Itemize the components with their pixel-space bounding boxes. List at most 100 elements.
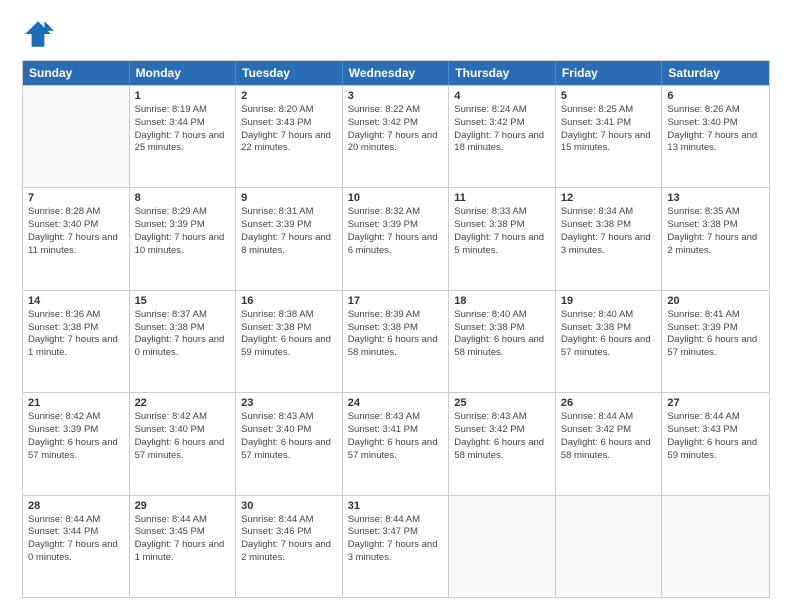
day-info: Sunrise: 8:44 AMSunset: 3:47 PMDaylight:… [348, 514, 444, 565]
cal-cell: 22 Sunrise: 8:42 AMSunset: 3:40 PMDayligh… [130, 393, 237, 494]
cal-header-cell: Sunday [23, 61, 130, 85]
cal-cell: 7Sunrise: 8:28 AMSunset: 3:40 PMDaylight… [23, 188, 130, 289]
cal-cell: 31 Sunrise: 8:44 AMSunset: 3:47 PMDayligh… [343, 496, 450, 597]
logo-icon [22, 18, 54, 50]
cal-header-cell: Tuesday [236, 61, 343, 85]
day-number: 19 [561, 295, 657, 307]
day-info: Sunrise: 8:32 AMSunset: 3:39 PMDaylight:… [348, 206, 444, 257]
cal-cell: 28 Sunrise: 8:44 AMSunset: 3:44 PMDayligh… [23, 496, 130, 597]
day-info: Sunrise: 8:44 AMSunset: 3:44 PMDaylight:… [28, 514, 124, 565]
day-number: 14 [28, 295, 124, 307]
calendar-body: 1 Sunrise: 8:19 AMSunset: 3:44 PMDaylight… [23, 85, 769, 597]
day-number: 2 [241, 90, 337, 102]
cal-cell: 12 Sunrise: 8:34 AMSunset: 3:38 PMDayligh… [556, 188, 663, 289]
cal-cell: 13Sunrise: 8:35 AMSunset: 3:38 PMDayligh… [662, 188, 769, 289]
cal-cell: 4 Sunrise: 8:24 AMSunset: 3:42 PMDaylight… [449, 86, 556, 187]
day-number: 24 [348, 397, 444, 409]
day-number: 9 [241, 192, 337, 204]
day-number: 5 [561, 90, 657, 102]
cal-cell: 5Sunrise: 8:25 AMSunset: 3:41 PMDaylight… [556, 86, 663, 187]
day-number: 16 [241, 295, 337, 307]
day-info: Sunrise: 8:37 AMSunset: 3:38 PMDaylight:… [135, 309, 231, 360]
cal-header-cell: Thursday [449, 61, 556, 85]
calendar: SundayMondayTuesdayWednesdayThursdayFrid… [22, 60, 770, 598]
day-info: Sunrise: 8:31 AMSunset: 3:39 PMDaylight:… [241, 206, 337, 257]
cal-header-cell: Friday [556, 61, 663, 85]
day-number: 23 [241, 397, 337, 409]
day-number: 12 [561, 192, 657, 204]
day-number: 18 [454, 295, 550, 307]
cal-cell: 3 Sunrise: 8:22 AMSunset: 3:42 PMDaylight… [343, 86, 450, 187]
day-info: Sunrise: 8:34 AMSunset: 3:38 PMDaylight:… [561, 206, 657, 257]
cal-cell: 26 Sunrise: 8:44 AMSunset: 3:42 PMDayligh… [556, 393, 663, 494]
cal-cell: 16 Sunrise: 8:38 AMSunset: 3:38 PMDayligh… [236, 291, 343, 392]
logo [22, 18, 56, 50]
day-info: Sunrise: 8:24 AMSunset: 3:42 PMDaylight:… [454, 104, 550, 155]
cal-cell: 30 Sunrise: 8:44 AMSunset: 3:46 PMDayligh… [236, 496, 343, 597]
day-number: 28 [28, 500, 124, 512]
cal-cell: 6 Sunrise: 8:26 AMSunset: 3:40 PMDaylight… [662, 86, 769, 187]
day-number: 30 [241, 500, 337, 512]
day-number: 27 [667, 397, 764, 409]
day-number: 8 [135, 192, 231, 204]
day-info: Sunrise: 8:42 AMSunset: 3:39 PMDaylight:… [28, 411, 124, 462]
cal-week-row: 14Sunrise: 8:36 AMSunset: 3:38 PMDayligh… [23, 290, 769, 392]
cal-cell: 21 Sunrise: 8:42 AMSunset: 3:39 PMDayligh… [23, 393, 130, 494]
day-info: Sunrise: 8:44 AMSunset: 3:43 PMDaylight:… [667, 411, 764, 462]
cal-cell: 20 Sunrise: 8:41 AMSunset: 3:39 PMDayligh… [662, 291, 769, 392]
day-number: 31 [348, 500, 444, 512]
day-info: Sunrise: 8:42 AMSunset: 3:40 PMDaylight:… [135, 411, 231, 462]
day-number: 7 [28, 192, 124, 204]
day-number: 11 [454, 192, 550, 204]
day-number: 3 [348, 90, 444, 102]
day-info: Sunrise: 8:38 AMSunset: 3:38 PMDaylight:… [241, 309, 337, 360]
cal-week-row: 21 Sunrise: 8:42 AMSunset: 3:39 PMDayligh… [23, 392, 769, 494]
day-info: Sunrise: 8:40 AMSunset: 3:38 PMDaylight:… [454, 309, 550, 360]
cal-cell: 24Sunrise: 8:43 AMSunset: 3:41 PMDayligh… [343, 393, 450, 494]
day-info: Sunrise: 8:19 AMSunset: 3:44 PMDaylight:… [135, 104, 231, 155]
cal-cell: 27 Sunrise: 8:44 AMSunset: 3:43 PMDayligh… [662, 393, 769, 494]
day-info: Sunrise: 8:29 AMSunset: 3:39 PMDaylight:… [135, 206, 231, 257]
cal-cell [23, 86, 130, 187]
day-number: 1 [135, 90, 231, 102]
cal-cell [556, 496, 663, 597]
cal-cell: 15 Sunrise: 8:37 AMSunset: 3:38 PMDayligh… [130, 291, 237, 392]
day-info: Sunrise: 8:41 AMSunset: 3:39 PMDaylight:… [667, 309, 764, 360]
cal-cell: 29Sunrise: 8:44 AMSunset: 3:45 PMDayligh… [130, 496, 237, 597]
cal-cell: 14Sunrise: 8:36 AMSunset: 3:38 PMDayligh… [23, 291, 130, 392]
day-info: Sunrise: 8:44 AMSunset: 3:45 PMDaylight:… [135, 514, 231, 565]
day-number: 20 [667, 295, 764, 307]
day-number: 10 [348, 192, 444, 204]
day-info: Sunrise: 8:26 AMSunset: 3:40 PMDaylight:… [667, 104, 764, 155]
cal-cell: 25Sunrise: 8:43 AMSunset: 3:42 PMDayligh… [449, 393, 556, 494]
day-number: 15 [135, 295, 231, 307]
day-number: 6 [667, 90, 764, 102]
day-number: 26 [561, 397, 657, 409]
day-number: 25 [454, 397, 550, 409]
cal-week-row: 7Sunrise: 8:28 AMSunset: 3:40 PMDaylight… [23, 187, 769, 289]
day-info: Sunrise: 8:43 AMSunset: 3:40 PMDaylight:… [241, 411, 337, 462]
day-number: 17 [348, 295, 444, 307]
day-number: 21 [28, 397, 124, 409]
day-number: 22 [135, 397, 231, 409]
cal-cell: 9 Sunrise: 8:31 AMSunset: 3:39 PMDaylight… [236, 188, 343, 289]
cal-cell: 18 Sunrise: 8:40 AMSunset: 3:38 PMDayligh… [449, 291, 556, 392]
cal-cell: 17 Sunrise: 8:39 AMSunset: 3:38 PMDayligh… [343, 291, 450, 392]
cal-cell: 2 Sunrise: 8:20 AMSunset: 3:43 PMDaylight… [236, 86, 343, 187]
day-info: Sunrise: 8:35 AMSunset: 3:38 PMDaylight:… [667, 206, 764, 257]
day-info: Sunrise: 8:22 AMSunset: 3:42 PMDaylight:… [348, 104, 444, 155]
day-info: Sunrise: 8:44 AMSunset: 3:42 PMDaylight:… [561, 411, 657, 462]
day-info: Sunrise: 8:44 AMSunset: 3:46 PMDaylight:… [241, 514, 337, 565]
cal-cell: 23 Sunrise: 8:43 AMSunset: 3:40 PMDayligh… [236, 393, 343, 494]
cal-week-row: 28 Sunrise: 8:44 AMSunset: 3:44 PMDayligh… [23, 495, 769, 597]
cal-cell [662, 496, 769, 597]
day-info: Sunrise: 8:20 AMSunset: 3:43 PMDaylight:… [241, 104, 337, 155]
day-info: Sunrise: 8:39 AMSunset: 3:38 PMDaylight:… [348, 309, 444, 360]
day-info: Sunrise: 8:40 AMSunset: 3:38 PMDaylight:… [561, 309, 657, 360]
cal-cell [449, 496, 556, 597]
day-number: 4 [454, 90, 550, 102]
cal-cell: 19 Sunrise: 8:40 AMSunset: 3:38 PMDayligh… [556, 291, 663, 392]
calendar-header-row: SundayMondayTuesdayWednesdayThursdayFrid… [23, 61, 769, 85]
cal-cell: 8 Sunrise: 8:29 AMSunset: 3:39 PMDaylight… [130, 188, 237, 289]
day-info: Sunrise: 8:33 AMSunset: 3:38 PMDaylight:… [454, 206, 550, 257]
